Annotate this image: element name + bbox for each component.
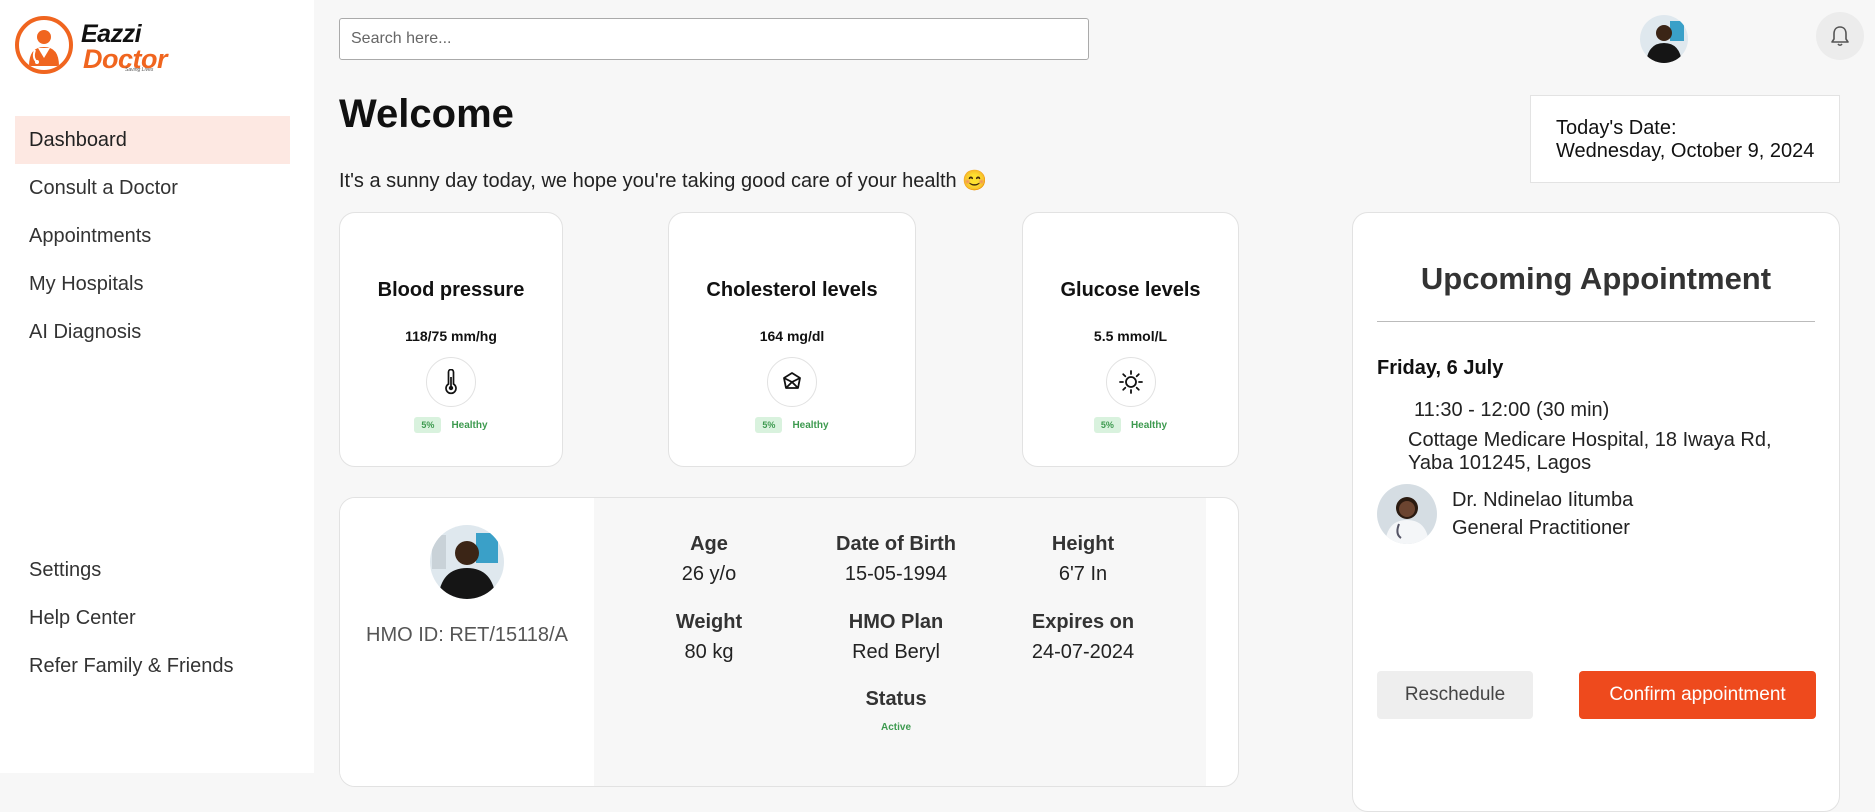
field-label: Weight	[675, 611, 743, 633]
profile-details: Age 26 y/o Date of Birth 15-05-1994 Heig…	[594, 498, 1206, 786]
profile-avatar	[430, 525, 504, 599]
sidebar: Eazzi Doctor Saving Lives Dashboard Cons…	[0, 0, 314, 773]
field-height: Height 6'7 In	[998, 533, 1168, 586]
metric-card-glucose: Glucose levels 5.5 mmol/L 5% Healthy	[1022, 212, 1239, 467]
field-status: Status Active	[811, 688, 981, 733]
percent-badge: 5%	[414, 417, 442, 433]
sidebar-item-help-center[interactable]: Help Center	[15, 594, 290, 642]
appointment-location: Cottage Medicare Hospital, 18 Iwaya Rd, …	[1408, 429, 1772, 474]
doctor-logo-icon	[15, 16, 73, 74]
metric-card-blood-pressure: Blood pressure 118/75 mm/hg 5% Healthy	[339, 212, 563, 467]
sidebar-item-settings[interactable]: Settings	[15, 546, 290, 594]
doctor-avatar	[1377, 484, 1437, 544]
confirm-appointment-button[interactable]: Confirm appointment	[1579, 671, 1816, 719]
field-value: 15-05-1994	[844, 563, 948, 585]
appointment-title: Upcoming Appointment	[1420, 261, 1772, 296]
field-label: Status	[865, 688, 927, 710]
brand-logo[interactable]: Eazzi Doctor Saving Lives	[15, 14, 175, 84]
field-value: 80 kg	[684, 641, 734, 663]
hmo-id: HMO ID: RET/15118/A	[366, 624, 568, 646]
welcome-subtitle: It's a sunny day today, we hope you're t…	[339, 170, 988, 192]
divider	[1377, 321, 1815, 322]
metric-title: Blood pressure	[377, 279, 525, 301]
field-label: Age	[690, 533, 728, 555]
metric-status: 5% Healthy	[669, 417, 915, 433]
upcoming-appointment-card: Upcoming Appointment Friday, 6 July 11:3…	[1352, 212, 1840, 812]
date-value: Wednesday, October 9, 2024	[1556, 140, 1815, 162]
field-value: 6'7 In	[1058, 563, 1108, 585]
thermometer-icon	[426, 357, 476, 407]
metric-value: 164 mg/dl	[759, 328, 825, 344]
status-badge: Active	[880, 722, 911, 733]
field-hmo-plan: HMO Plan Red Beryl	[811, 611, 981, 664]
sidebar-item-ai-diagnosis[interactable]: AI Diagnosis	[15, 308, 290, 356]
field-value: 24-07-2024	[1031, 641, 1135, 663]
field-date-of-birth: Date of Birth 15-05-1994	[811, 533, 981, 586]
profile-card: HMO ID: RET/15118/A Age 26 y/o Date of B…	[339, 497, 1239, 787]
metric-title: Glucose levels	[1060, 279, 1201, 301]
sidebar-item-appointments[interactable]: Appointments	[15, 212, 290, 260]
doctor-role: General Practitioner	[1452, 517, 1630, 539]
metric-value: 5.5 mmol/L	[1093, 328, 1168, 344]
metric-title: Cholesterol levels	[706, 279, 878, 301]
profile-summary: HMO ID: RET/15118/A	[340, 498, 595, 786]
status-label: Healthy	[451, 419, 488, 431]
field-value: 26 y/o	[681, 563, 737, 585]
page-title: Welcome	[339, 92, 514, 136]
user-avatar[interactable]	[1640, 15, 1688, 63]
doctor-name: Dr. Ndinelao Iitumba	[1452, 489, 1634, 511]
date-label: Today's Date:	[1556, 117, 1677, 139]
cube-icon	[767, 357, 817, 407]
sidebar-item-my-hospitals[interactable]: My Hospitals	[15, 260, 290, 308]
field-label: Expires on	[1031, 611, 1135, 633]
metric-status: 5% Healthy	[340, 417, 562, 433]
search-input[interactable]	[339, 18, 1089, 60]
status-label: Healthy	[1130, 419, 1168, 431]
field-label: Date of Birth	[836, 533, 956, 555]
sun-icon	[1105, 357, 1156, 407]
sidebar-item-dashboard[interactable]: Dashboard	[15, 116, 290, 164]
field-age: Age 26 y/o	[624, 533, 794, 586]
field-weight: Weight 80 kg	[624, 611, 794, 664]
bell-icon[interactable]	[1816, 12, 1864, 60]
today-date-box: Today's Date: Wednesday, October 9, 2024	[1530, 95, 1840, 183]
reschedule-button[interactable]: Reschedule	[1377, 671, 1533, 719]
field-value: Red Beryl	[852, 641, 940, 663]
sidebar-item-consult-doctor[interactable]: Consult a Doctor	[15, 164, 290, 212]
appointment-day: Friday, 6 July	[1377, 357, 1504, 379]
sidebar-item-refer-family[interactable]: Refer Family & Friends	[15, 642, 290, 690]
field-expires-on: Expires on 24-07-2024	[998, 611, 1168, 664]
metric-card-cholesterol: Cholesterol levels 164 mg/dl 5% Healthy	[668, 212, 916, 467]
percent-badge: 5%	[755, 417, 783, 433]
percent-badge: 5%	[1093, 417, 1121, 433]
metric-status: 5% Healthy	[1023, 417, 1238, 433]
brand-tagline: Saving Lives	[125, 67, 154, 73]
status-label: Healthy	[792, 419, 829, 431]
field-label: HMO Plan	[848, 611, 944, 633]
field-label: Height	[1051, 533, 1115, 555]
metric-value: 118/75 mm/hg	[405, 328, 497, 344]
appointment-time: 11:30 - 12:00 (30 min)	[1414, 399, 1610, 421]
